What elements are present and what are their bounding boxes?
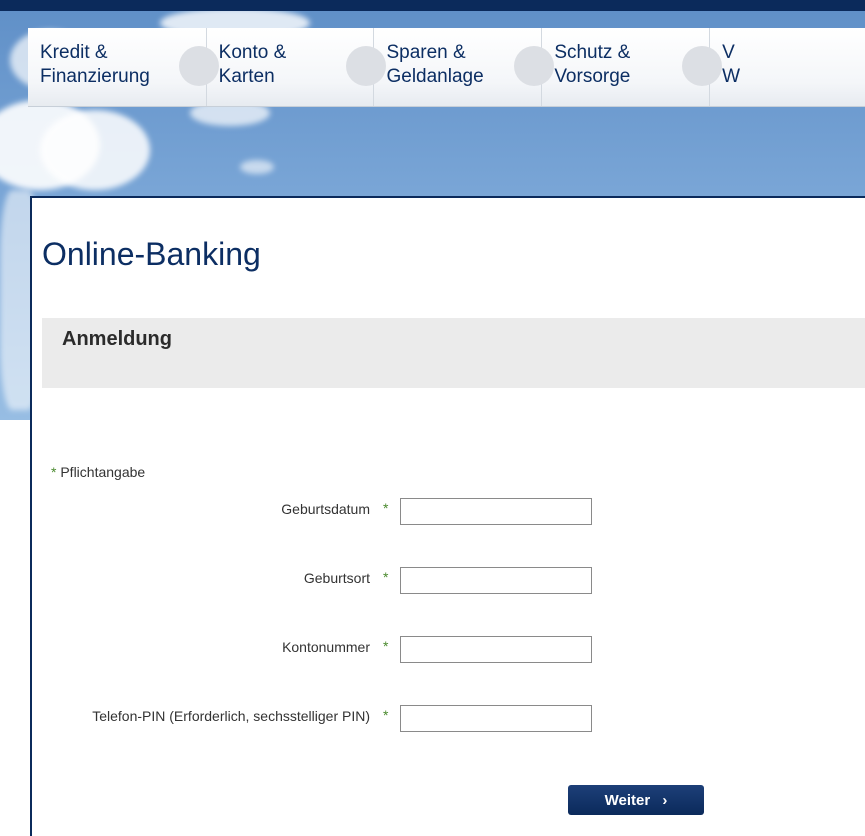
form-row-geburtsdatum: Geburtsdatum * [32,498,632,528]
form-row-kontonummer: Kontonummer * [32,636,632,666]
geburtsort-input[interactable] [400,567,592,594]
required-star: * [383,569,389,585]
nav-item-sparen-geldanlage[interactable]: Sparen & Geldanlage [374,28,555,106]
telefon-pin-label: Telefon-PIN (Erforderlich, sechsstellige… [92,708,370,724]
kontonummer-label: Kontonummer [282,639,370,655]
cloud-decoration [240,160,274,174]
required-note-text: Pflichtangabe [60,464,146,480]
required-note: * Pflichtangabe [51,464,145,480]
nav-item-schutz-vorsorge[interactable]: Schutz & Vorsorge [542,28,723,106]
section-header: Anmeldung [42,318,865,388]
geburtsort-label: Geburtsort [303,570,370,586]
nav-item-konto-karten[interactable]: Konto & Karten [207,28,387,106]
geburtsdatum-label: Geburtsdatum [281,501,370,517]
nav-item-truncated[interactable]: V W [710,28,865,106]
kontonummer-input[interactable] [400,636,592,663]
chevron-right-icon: › [662,791,668,809]
page-title: Online-Banking [42,236,261,272]
nav-item-label: Konto & Karten [218,42,287,87]
nav-item-kredit-finanzierung[interactable]: Kredit & Finanzierung [28,28,219,106]
cloud-decoration [40,110,150,190]
form-row-telefon-pin: Telefon-PIN (Erforderlich, sechsstellige… [32,705,632,735]
required-star: * [383,707,389,723]
form-row-geburtsort: Geburtsort * [32,567,632,597]
nav-tab-circle-icon [178,46,219,86]
required-star: * [383,638,389,654]
nav-item-label: Kredit & Finanzierung [40,42,150,87]
telefon-pin-input[interactable] [400,705,592,732]
nav-item-label: Schutz & Vorsorge [554,42,631,87]
weiter-button-label: Weiter [604,791,651,809]
nav-item-label: V W [722,42,741,87]
top-bar [0,0,865,11]
geburtsdatum-input[interactable] [400,498,592,525]
required-star: * [51,464,57,480]
nav-item-label: Sparen & Geldanlage [386,42,484,87]
main-panel: Online-Banking Anmeldung * Pflichtangabe… [30,196,865,836]
section-title: Anmeldung [62,328,172,350]
weiter-button[interactable]: Weiter › [568,785,704,815]
nav-tab-circle-icon [682,46,723,86]
required-star: * [383,500,389,516]
main-navigation: Kredit & Finanzierung Konto & Karten Spa… [28,28,865,107]
